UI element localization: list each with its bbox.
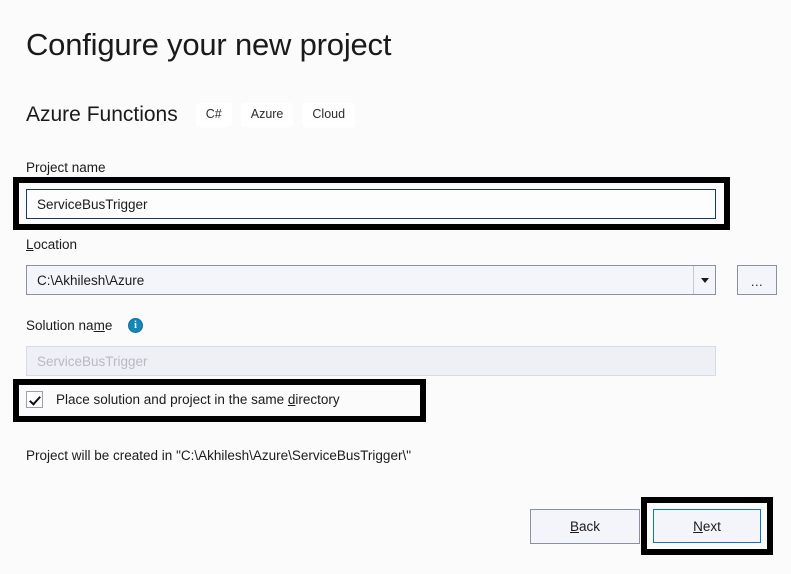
- location-label: Location: [26, 237, 77, 252]
- project-name-label: Project name: [26, 160, 106, 175]
- location-combobox[interactable]: C:\Akhilesh\Azure: [26, 265, 716, 295]
- page-title: Configure your new project: [26, 27, 392, 62]
- solution-name-label-suffix: e: [104, 318, 113, 333]
- solution-name-input: ServiceBusTrigger: [26, 346, 716, 376]
- template-tag-language: C#: [195, 103, 232, 127]
- next-button-accesskey: N: [693, 518, 703, 534]
- same-directory-row[interactable]: Place solution and project in the same d…: [26, 391, 340, 408]
- location-value: C:\Akhilesh\Azure: [37, 272, 145, 288]
- same-directory-label-prefix: Place solution and project in the same: [56, 392, 288, 407]
- back-button-accesskey: B: [569, 519, 579, 534]
- solution-name-label-prefix: Solution na: [26, 318, 94, 333]
- same-directory-label: Place solution and project in the same d…: [56, 392, 340, 407]
- next-button[interactable]: Next: [653, 509, 761, 543]
- location-label-text: ocation: [33, 237, 78, 252]
- configure-project-page: Configure your new project Azure Functio…: [0, 0, 791, 574]
- browse-folder-button[interactable]: ...: [737, 265, 777, 295]
- next-button-label: ext: [702, 518, 721, 534]
- template-tag-list: C# Azure Cloud: [195, 103, 356, 127]
- template-tag-platform: Azure: [240, 103, 294, 127]
- template-name: Azure Functions: [26, 103, 178, 126]
- chevron-down-icon: [700, 277, 709, 283]
- same-directory-label-suffix: irectory: [295, 392, 340, 407]
- location-label-accesskey: L: [26, 237, 34, 252]
- template-tag-category: Cloud: [302, 103, 356, 127]
- location-dropdown-button[interactable]: [693, 266, 715, 294]
- project-path-status-text: Project will be created in "C:\Akhilesh\…: [26, 448, 411, 463]
- back-button-label: ack: [579, 519, 601, 534]
- back-button[interactable]: Back: [530, 509, 640, 544]
- solution-name-label: Solution name: [26, 318, 112, 333]
- project-name-input[interactable]: ServiceBusTrigger: [26, 189, 716, 219]
- solution-name-label-accesskey: m: [93, 318, 105, 333]
- info-icon[interactable]: i: [128, 318, 143, 333]
- project-template-header: Azure Functions C# Azure Cloud: [26, 103, 356, 127]
- same-directory-checkbox[interactable]: [26, 391, 43, 408]
